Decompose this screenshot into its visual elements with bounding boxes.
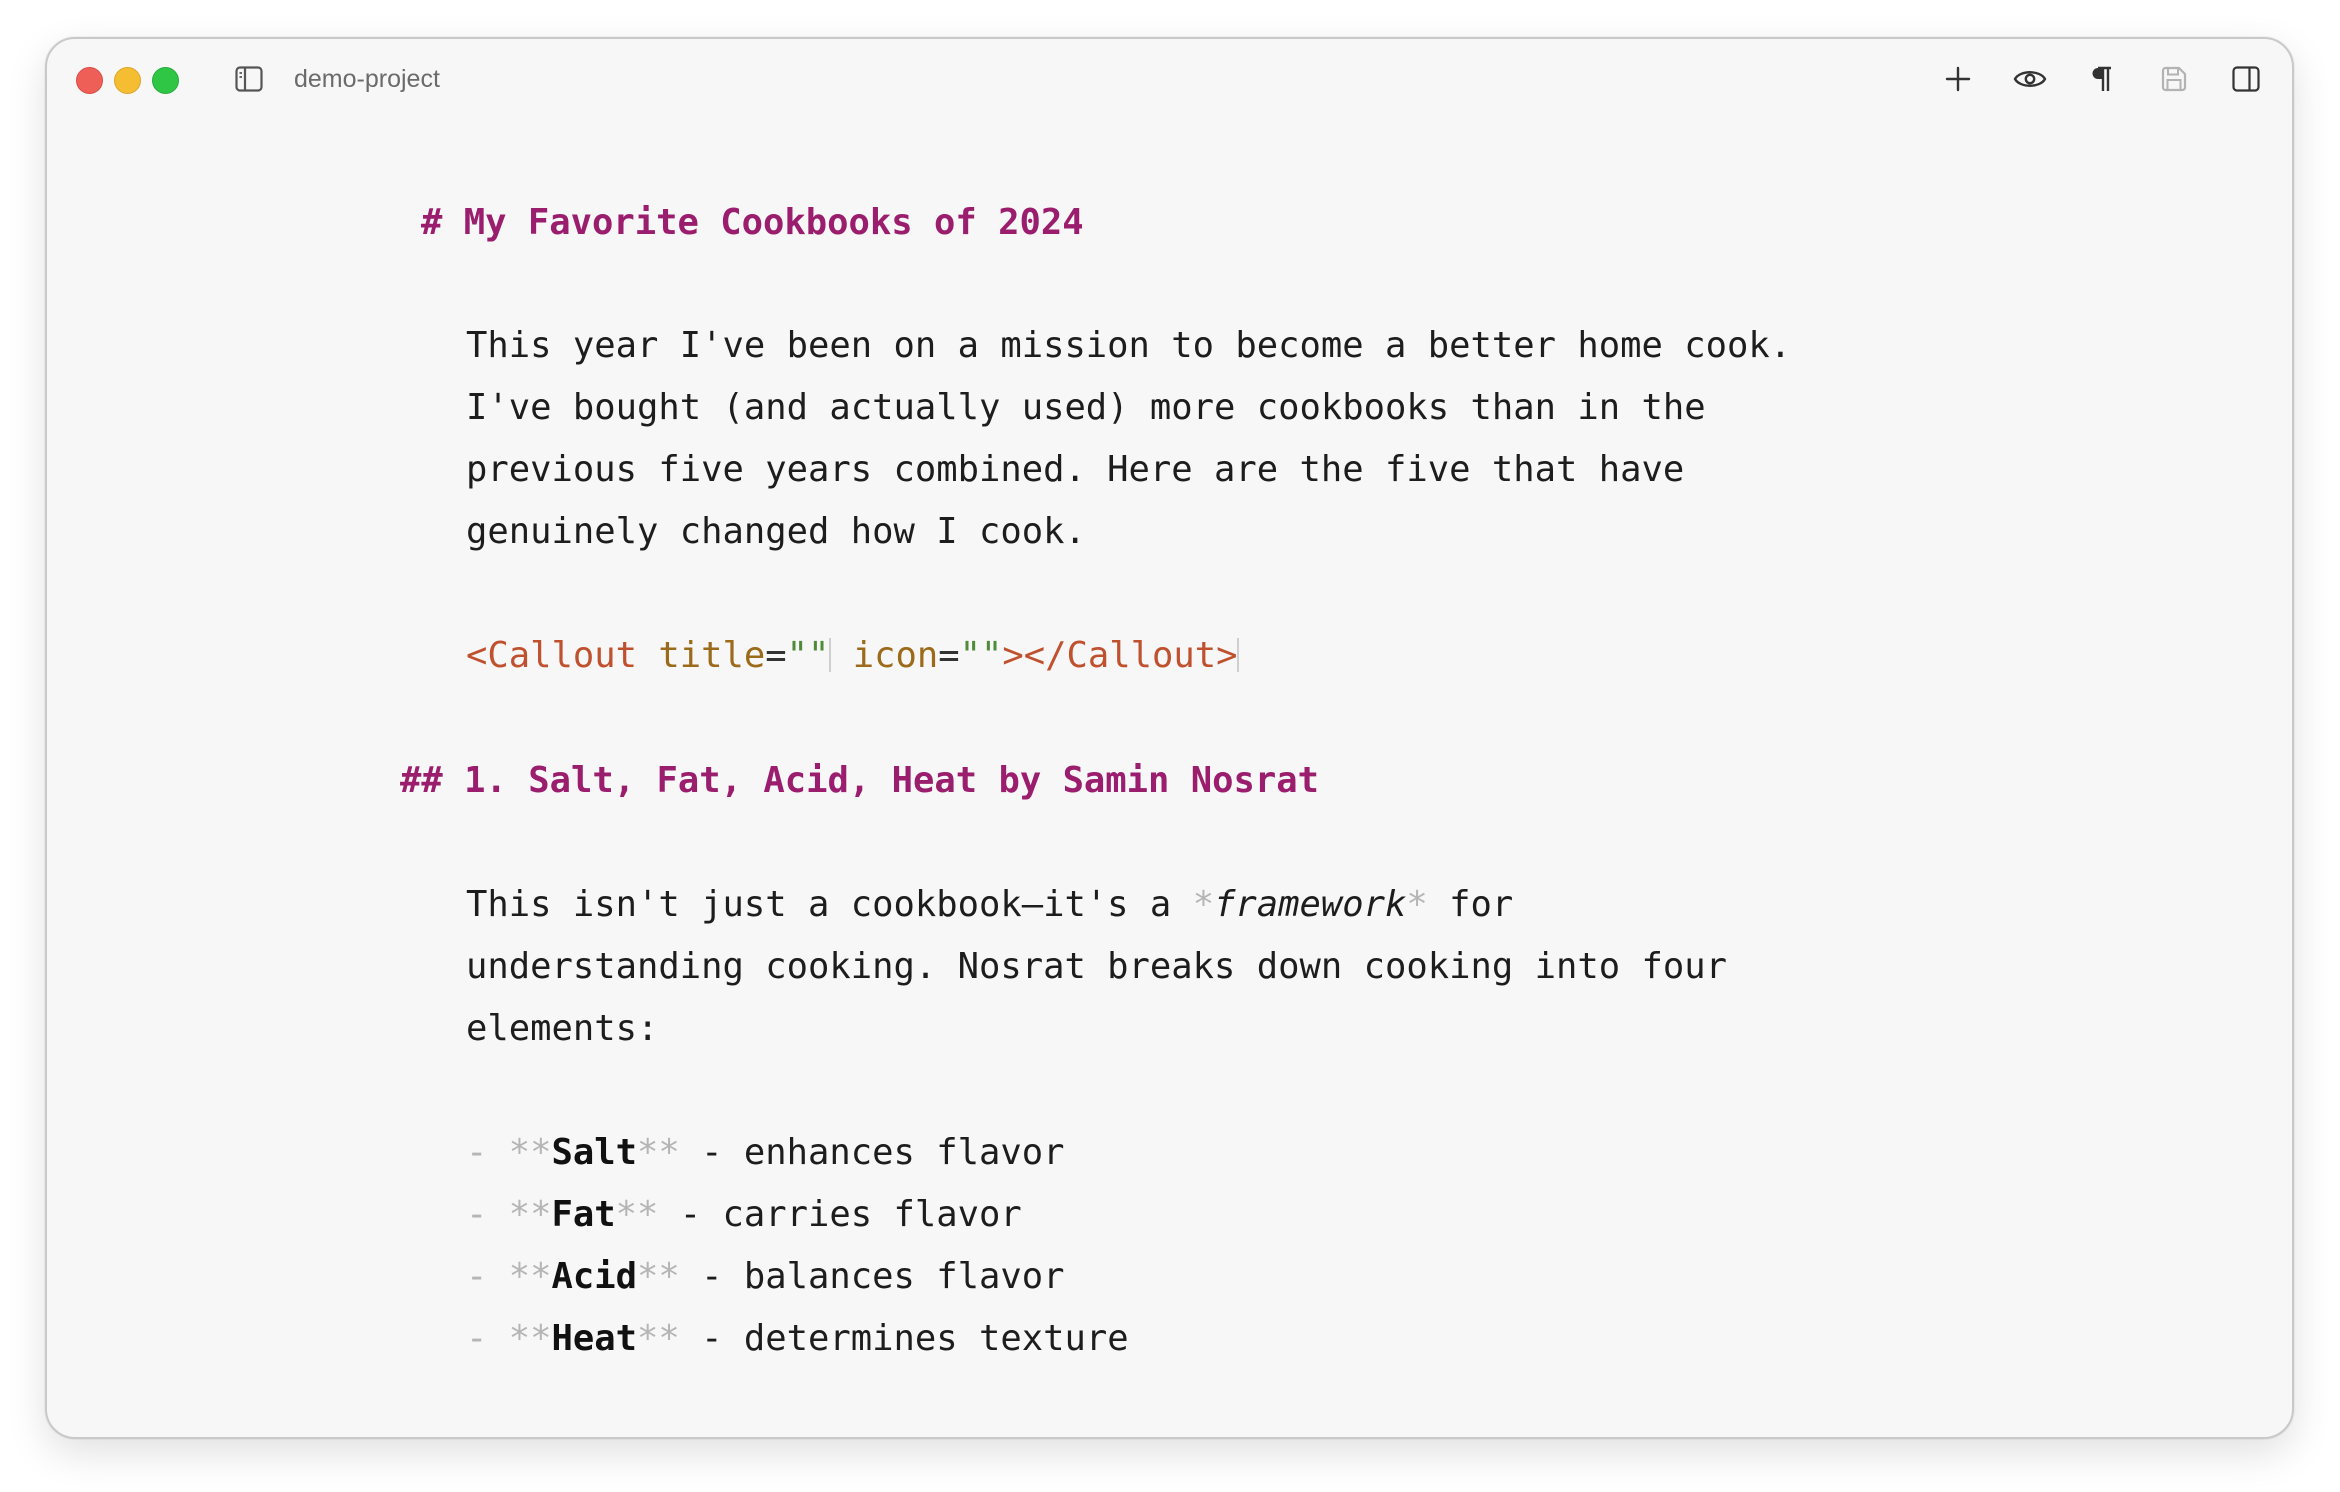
show-invisibles-button[interactable] xyxy=(2082,59,2122,99)
list-dash: - xyxy=(466,1194,488,1235)
callout-close-tag: ></Callout> xyxy=(1002,635,1238,676)
heading-text: My Favorite Cookbooks of 2024 xyxy=(463,202,1084,243)
list-item: - **Fat** - carries flavor xyxy=(466,1184,1022,1246)
italic-text: framework xyxy=(1214,884,1407,925)
bold-marker: ** xyxy=(615,1194,659,1235)
callout-eq: = xyxy=(765,635,787,676)
close-window-button[interactable] xyxy=(76,67,103,94)
callout-title-attr: title xyxy=(658,635,766,676)
list-item-text: - enhances flavor xyxy=(679,1132,1065,1173)
sidebar-left-icon xyxy=(235,66,263,92)
callout-icon-attr: icon xyxy=(852,635,939,676)
callout-component: <Callout title="" icon=""></Callout> xyxy=(466,625,1240,687)
bold-marker: ** xyxy=(637,1318,680,1359)
bold-marker: ** xyxy=(508,1256,552,1297)
list-item: - **Acid** - balances flavor xyxy=(466,1246,1064,1308)
pilcrow-icon xyxy=(2092,66,2111,91)
callout-open-tag: <Callout xyxy=(466,635,637,676)
bold-marker: ** xyxy=(508,1318,552,1359)
bold-marker: ** xyxy=(637,1256,680,1297)
italic-marker: * xyxy=(1406,884,1428,925)
text-caret xyxy=(1237,638,1240,672)
paragraph-line: This isn't just a cookbook—it's a *frame… xyxy=(466,874,1513,936)
list-dash: - xyxy=(466,1318,488,1359)
markdown-editor[interactable]: # My Favorite Cookbooks of 2024 This yea… xyxy=(47,119,2292,1437)
callout-icon-value: "" xyxy=(959,635,1003,676)
bold-text: Salt xyxy=(551,1132,638,1173)
heading-2: ## 1. Salt, Fat, Acid, Heat by Samin Nos… xyxy=(400,750,1319,812)
project-name[interactable]: demo-project xyxy=(294,62,440,96)
toggle-right-sidebar-button[interactable] xyxy=(2226,59,2266,99)
bold-text: Fat xyxy=(551,1194,616,1235)
text-run: for xyxy=(1427,884,1514,925)
save-button[interactable] xyxy=(2154,59,2194,99)
title-bar: demo-project xyxy=(47,39,2292,119)
paragraph-line: elements: xyxy=(466,1008,659,1049)
preview-button[interactable] xyxy=(2010,59,2050,99)
plus-icon xyxy=(1945,66,1971,92)
sidebar-right-icon xyxy=(2232,66,2260,92)
heading-marker: # xyxy=(421,202,443,243)
paragraph-line: I've bought (and actually used) more coo… xyxy=(466,387,1706,428)
callout-title-value: "" xyxy=(786,635,830,676)
list-item-text: - carries flavor xyxy=(658,1194,1022,1235)
paragraph-line: genuinely changed how I cook. xyxy=(466,511,1086,552)
bold-text: Acid xyxy=(551,1256,638,1297)
bold-marker: ** xyxy=(637,1132,680,1173)
app-window: demo-project # My Favorite Cookbooks of … xyxy=(45,37,2294,1439)
list-dash: - xyxy=(466,1132,488,1173)
heading-text: 1. Salt, Fat, Acid, Heat by Samin Nosrat xyxy=(464,760,1320,801)
list-item-text: - determines texture xyxy=(679,1318,1129,1359)
paragraph-line: This year I've been on a mission to beco… xyxy=(466,325,1792,366)
new-file-button[interactable] xyxy=(1938,59,1978,99)
list-item: - **Salt** - enhances flavor xyxy=(466,1122,1064,1184)
text-run: This isn't just a cookbook—it's a xyxy=(466,884,1193,925)
list-item-text: - balances flavor xyxy=(679,1256,1065,1297)
heading-1: # My Favorite Cookbooks of 2024 xyxy=(421,192,1084,254)
bold-marker: ** xyxy=(508,1194,552,1235)
toggle-left-sidebar-button[interactable] xyxy=(229,59,269,99)
bold-marker: ** xyxy=(508,1132,552,1173)
save-icon xyxy=(2161,66,2187,92)
list-dash: - xyxy=(466,1256,488,1297)
list-item: - **Heat** - determines texture xyxy=(466,1308,1129,1370)
bold-text: Heat xyxy=(551,1318,638,1359)
callout-eq: = xyxy=(938,635,960,676)
italic-marker: * xyxy=(1192,884,1215,925)
minimize-window-button[interactable] xyxy=(114,67,141,94)
eye-icon xyxy=(2013,71,2047,87)
text-caret xyxy=(829,638,832,672)
heading-marker: ## xyxy=(400,760,443,801)
paragraph-line: previous five years combined. Here are t… xyxy=(466,449,1685,490)
paragraph-line: understanding cooking. Nosrat breaks dow… xyxy=(466,946,1727,987)
maximize-window-button[interactable] xyxy=(152,67,179,94)
